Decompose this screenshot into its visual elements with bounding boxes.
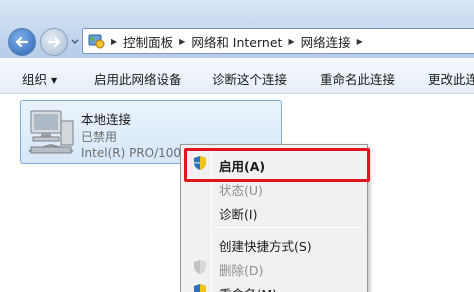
menu-separator [215,227,363,228]
menu-item-label: 删除(D) [219,263,264,278]
rename-button[interactable]: 重命名此连接 [320,69,395,88]
menu-item-label: 诊断(I) [219,207,258,222]
breadcrumb-network-internet[interactable]: 网络和 Internet [191,32,282,51]
breadcrumb-separator-icon[interactable]: ▶ [357,37,363,46]
address-bar[interactable]: ▶ 控制面板 ▶ 网络和 Internet ▶ 网络连接 ▶ [82,28,474,54]
organize-label: 组织 [22,72,48,87]
menu-item-diagnose[interactable]: 诊断(I) [183,199,365,223]
menu-item-create-shortcut[interactable]: 创建快捷方式(S) [183,231,365,255]
breadcrumb-separator-icon: ▶ [111,36,118,46]
menu-item-rename[interactable]: 重命名(M) [183,279,365,292]
breadcrumb-separator-icon[interactable]: ▶ [179,37,185,46]
connection-name: 本地连接 [81,112,132,127]
enable-device-button[interactable]: 启用此网络设备 [94,69,182,88]
back-arrow-icon [15,36,29,48]
menu-item-label: 状态(U) [219,183,263,198]
breadcrumb-network-connections[interactable]: 网络连接 [301,32,351,51]
menu-item-label: 重命名(M) [219,284,277,292]
forward-arrow-icon [47,36,61,48]
menu-item-label: 创建快捷方式(S) [219,239,312,254]
uac-shield-icon [194,284,206,292]
menu-item-delete[interactable]: 删除(D) [183,255,365,279]
recent-pages-dropdown-icon[interactable] [70,36,80,46]
breadcrumb-control-panel[interactable]: 控制面板 [123,32,173,51]
command-toolbar: 组织 ▼ 启用此网络设备 诊断这个连接 重命名此连接 更改此连 [0,58,474,94]
organize-menu-button[interactable]: 组织 ▼ [22,69,57,88]
diagnose-button[interactable]: 诊断这个连接 [212,69,287,88]
back-button[interactable] [8,28,36,56]
address-region: ▶ 控制面板 ▶ 网络和 Internet ▶ 网络连接 ▶ [0,0,474,58]
control-panel-icon [88,34,105,49]
forward-button[interactable] [40,28,68,56]
uac-shield-icon [194,260,206,274]
chevron-down-icon: ▼ [51,76,58,85]
highlight-annotation [184,148,370,182]
connection-status: 已禁用 [81,130,118,144]
breadcrumb-separator-icon[interactable]: ▶ [288,37,294,46]
change-settings-button[interactable]: 更改此连 [428,69,474,88]
network-adapter-icon [28,110,74,154]
